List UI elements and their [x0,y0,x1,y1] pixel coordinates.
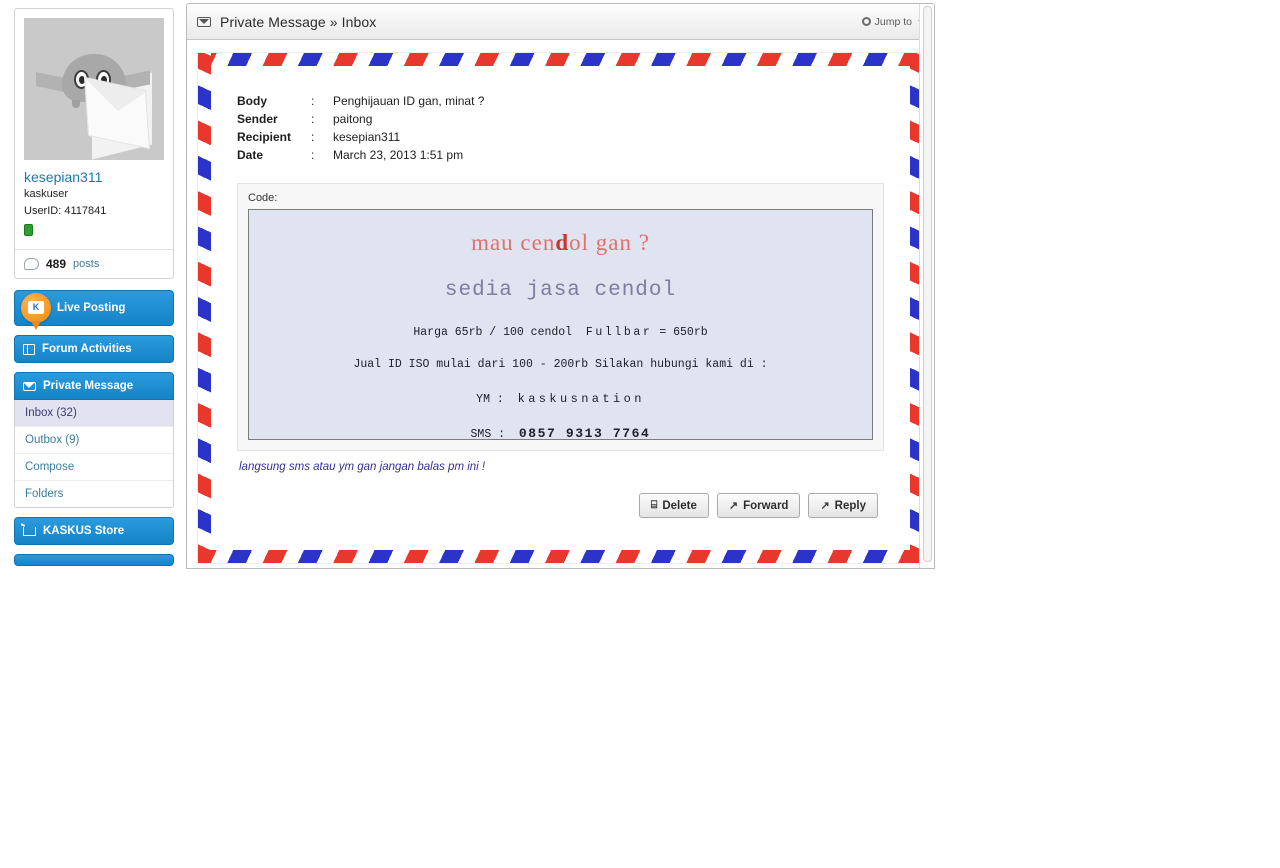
meta-key: Recipient [237,130,292,144]
sidebar-item-private-message[interactable]: Private Message [14,372,174,400]
message-note: langsung sms atau ym gan jangan balas pm… [239,461,486,473]
jump-to-control[interactable]: Jump to [861,15,924,28]
meta-colon: : [311,148,315,162]
code-line-5b: kaskusnation [517,392,645,406]
meta-colon: : [311,112,315,126]
code-line-1b: d [555,230,570,255]
meta-value-body: Penghijauan ID gan, minat ? [333,94,485,108]
content-header: Private Message » Inbox Jump to [187,4,934,40]
profile-userid: UserID: 4117841 [24,205,107,217]
forward-icon: ↗ [728,500,739,512]
sidebar-item-live-posting[interactable]: K Live Posting [14,290,174,330]
private-message-submenu: Inbox (32) Outbox (9) Compose Folders [14,400,174,508]
code-line-6: SMS : 0857 9313 7764 [249,426,872,440]
airmail-stripe-bottom [198,550,923,563]
posts-count: 489 [46,257,67,271]
code-line-1a: mau cen [471,230,556,255]
page-title: Private Message » Inbox [220,13,377,30]
code-line-3b: Fullbar [585,326,653,339]
profile-card: kesepian311 kaskuser UserID: 4117841 489… [14,8,174,279]
sidebar-item-compose[interactable]: Compose [15,454,173,481]
forward-button[interactable]: ↗ Forward [716,493,801,518]
sidebar-item-label: Private Message [43,380,134,392]
jump-to-label: Jump to [874,15,912,28]
posts-label: posts [73,258,100,270]
reputation-badge-icon [24,224,33,236]
profile-username[interactable]: kesepian311 [24,169,164,186]
code-block-wrapper: Code: mau cendol gan ? sedia jasa cendol… [237,183,884,451]
cart-icon [23,526,36,536]
code-line-6b: 0857 9313 7764 [518,426,651,440]
reply-icon: ↗ [820,500,830,512]
sidebar-item-label: KASKUS Store [43,525,125,537]
sidebar-item-outbox[interactable]: Outbox (9) [15,427,173,454]
code-block: mau cendol gan ? sedia jasa cendol Harga… [248,209,873,440]
envelope-icon [197,16,211,27]
code-line-3: Harga 65rb / 100 cendol Fullbar = 650rb [249,326,872,339]
sidebar-item-forum-activities[interactable]: Forum Activities [14,335,174,363]
delete-button-label: Delete [662,499,697,512]
gear-icon [861,17,871,26]
airmail-envelope: Body : Penghijauan ID gan, minat ? Sende… [197,52,924,564]
avatar[interactable] [24,18,164,160]
code-line-3c: = 650rb [659,326,708,339]
code-line-6a: SMS : [470,428,506,440]
sidebar-item-folders[interactable]: Folders [15,481,173,507]
sidebar-item-kaskus-store[interactable]: KASKUS Store [14,517,174,545]
sidebar-item-partial[interactable] [14,554,174,566]
sidebar-item-label: Live Posting [57,302,126,314]
meta-colon: : [311,94,315,108]
sidebar-item-label: Forum Activities [42,343,132,355]
airmail-stripe-top [198,53,923,66]
sidebar: kesepian311 kaskuser UserID: 4117841 489… [14,8,174,566]
code-line-5a: YM : [476,393,504,406]
code-label: Code: [248,192,278,204]
table-row: Sender : paitong [237,110,484,128]
table-row: Body : Penghijauan ID gan, minat ? [237,92,484,110]
meta-value-recipient[interactable]: kesepian311 [333,128,484,146]
table-row: Recipient : kesepian311 [237,128,484,146]
meta-colon: : [311,130,315,144]
meta-value-sender[interactable]: paitong [333,110,484,128]
sidebar-nav: K Live Posting Forum Activities Private … [14,290,174,566]
meta-key: Sender [237,112,278,126]
trash-icon: ⌸ [650,499,658,511]
code-line-1c: ol gan ? [569,230,650,255]
scrollbar-thumb[interactable] [923,6,932,562]
content-frame: Private Message » Inbox Jump to Body : P… [186,3,935,569]
page-root: kesepian311 kaskuser UserID: 4117841 489… [0,0,1280,868]
code-line-1: mau cendol gan ? [249,230,872,256]
avatar-mascot-foot [72,100,80,108]
meta-value-date: March 23, 2013 1:51 pm [333,148,464,162]
message-actions: ⌸ Delete ↗ Forward ↗ Reply [237,477,884,524]
forward-button-label: Forward [743,499,789,512]
meta-key: Body [237,94,267,108]
delete-button[interactable]: ⌸ Delete [638,493,709,518]
airmail-stripe-left [198,53,211,563]
code-line-4: Jual ID ISO mulai dari 100 - 200rb Silak… [353,358,768,371]
meta-key: Date [237,148,264,162]
sidebar-item-inbox[interactable]: Inbox (32) [15,400,173,427]
code-line-5: YM : kaskusnation [249,392,872,406]
envelope-icon [23,381,36,391]
reply-button-label: Reply [834,499,866,512]
grid-icon [23,343,35,355]
reply-button[interactable]: ↗ Reply [808,493,878,518]
profile-usertitle: kaskuser [24,188,69,200]
vertical-scrollbar[interactable] [919,4,934,568]
code-line-2: sedia jasa cendol [444,279,677,302]
table-row: Date : March 23, 2013 1:51 pm [237,146,484,164]
profile-posts-row: 489 posts [15,249,173,278]
speech-bubble-icon [24,258,39,270]
kaskus-pin-icon: K [21,293,51,330]
code-line-3a: Harga 65rb / 100 cendol [413,326,573,339]
message-meta-table: Body : Penghijauan ID gan, minat ? Sende… [237,92,484,164]
message-body: Body : Penghijauan ID gan, minat ? Sende… [221,76,900,534]
